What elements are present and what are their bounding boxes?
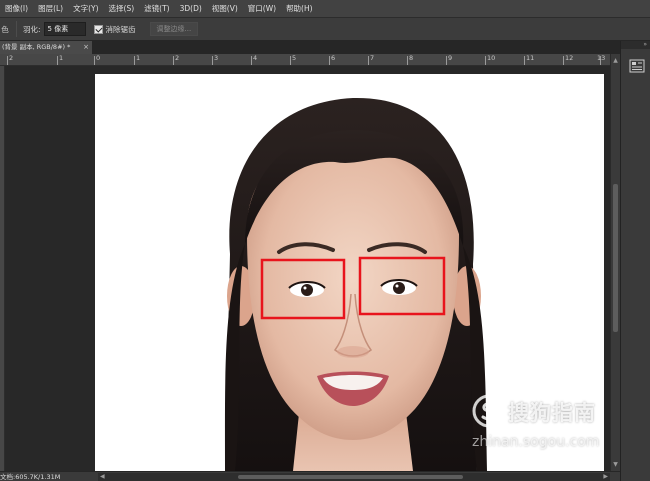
menu-view[interactable]: 视图(V) [207,3,243,14]
ruler-major-tick [407,56,408,65]
ruler-label: 7 [370,54,375,62]
ruler-label: 1 [59,54,64,62]
menu-filter[interactable]: 滤镜(T) [139,3,174,14]
ruler-major-tick [524,56,525,65]
ruler-label: 8 [409,54,414,62]
scroll-up-icon[interactable]: ▲ [611,56,620,65]
collapse-panels-icon[interactable]: » [621,41,650,49]
ruler-major-tick [94,56,95,65]
horizontal-scrollbar[interactable]: ◀ ▶ [98,473,610,481]
document-tab-title: (背景 副本, RGB/8#) * [2,43,71,51]
document-canvas[interactable] [95,74,604,471]
ruler-label: 4 [253,54,258,62]
ruler-label: 2 [175,54,180,62]
window-controls [638,0,650,17]
ruler-major-tick [368,56,369,65]
status-bar: 文档:605.7K/1.31M ◀ ▶ [0,471,620,481]
menu-image[interactable]: 图像(I) [0,3,33,14]
ruler-label: 5 [292,54,297,62]
ruler-label: 10 [487,54,496,62]
panel-toggle-icon[interactable] [629,59,645,73]
ruler-major-tick [329,56,330,65]
antialias-label: 消除锯齿 [105,24,136,34]
refine-edge-button[interactable]: 调整边缘... [149,22,199,36]
horizontal-scroll-thumb[interactable] [238,475,463,479]
vertical-scroll-thumb[interactable] [613,184,618,332]
ruler-major-tick [212,56,213,65]
ruler-label: 0 [96,54,101,62]
ruler-major-tick [134,56,135,65]
ruler-label: 2 [9,54,14,62]
options-bar: 色 羽化: 5 像素 消除锯齿 调整边缘... [0,17,650,41]
ruler-label: 13 [597,54,606,62]
antialias-checkbox[interactable] [93,24,103,34]
options-separator [16,21,17,37]
ruler-label: 3 [214,54,219,62]
menu-help[interactable]: 帮助(H) [281,3,318,14]
document-tab[interactable]: (背景 副本, RGB/8#) * × [0,41,92,54]
menu-bar: 图像(I) 图层(L) 文字(Y) 选择(S) 滤镜(T) 3D(D) 视图(V… [0,0,650,17]
feather-input[interactable]: 5 像素 [43,22,86,36]
ruler-major-tick [57,56,58,65]
vertical-scrollbar[interactable]: ▲ ▼ [610,54,620,471]
scroll-down-icon[interactable]: ▼ [611,460,620,469]
ruler-label: 6 [331,54,336,62]
menu-layer[interactable]: 图层(L) [33,3,68,14]
ruler-major-tick [563,56,564,65]
menu-select[interactable]: 选择(S) [104,3,140,14]
ruler-major-tick [485,56,486,65]
scroll-right-icon[interactable]: ▶ [603,473,608,481]
scroll-left-icon[interactable]: ◀ [100,473,105,481]
tool-mode-label: 色 [1,24,9,34]
ruler-major-tick [251,56,252,65]
feather-label: 羽化: [23,24,41,34]
document-tab-bar: (背景 副本, RGB/8#) * × [0,41,620,54]
window-control-strip[interactable] [638,0,650,17]
close-icon[interactable]: × [83,41,89,54]
document-size-info[interactable]: 文档:605.7K/1.31M [0,472,60,481]
ruler-major-tick [173,56,174,65]
ruler-label: 1 [136,54,141,62]
menu-window[interactable]: 窗口(W) [243,3,281,14]
horizontal-ruler: 2 1 0 1 2 3 4 5 6 7 8 9 10 11 12 13 [0,54,610,66]
right-panel-dock: » [620,41,650,481]
ruler-major-tick [446,56,447,65]
ruler-major-tick [290,56,291,65]
menu-3d[interactable]: 3D(D) [175,4,207,13]
portrait-photo [95,74,604,471]
menu-type[interactable]: 文字(Y) [68,3,103,14]
ruler-major-tick [7,56,8,65]
ruler-label: 12 [565,54,574,62]
ruler-label: 9 [448,54,453,62]
ruler-label: 11 [526,54,535,62]
vertical-ruler [0,66,5,471]
